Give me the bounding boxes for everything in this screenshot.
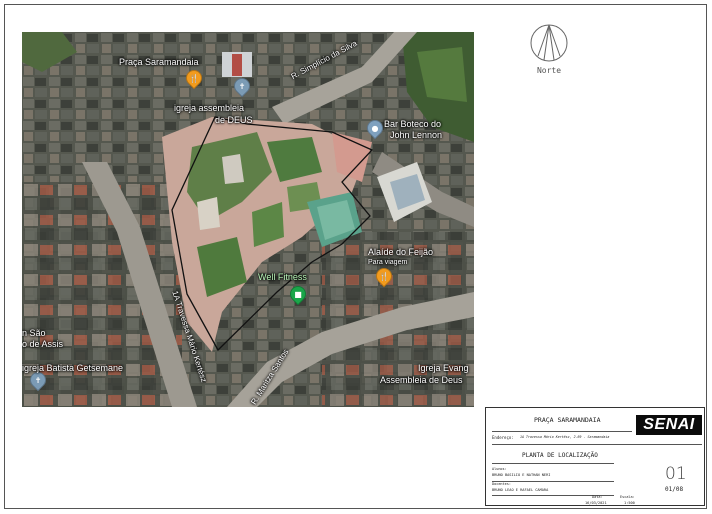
students-label: Alunos: (492, 467, 507, 471)
label-sao-1: n São (22, 328, 46, 338)
date-label: Data: (592, 495, 603, 499)
north-label: Norte (536, 66, 562, 75)
sheet-number: 01 (665, 464, 687, 484)
label-igreja-assembleia-1: igreja assembleia (174, 103, 245, 113)
senai-logo: SENAI (636, 415, 702, 435)
scale-value: 1:500 (624, 501, 635, 505)
teachers-value: BRUNO LEAO E RAFAEL CAMARA (492, 488, 549, 492)
label-praca: Praça Saramandaia (119, 57, 199, 67)
title-block: PRAÇA SARAMANDAIA SENAI Endereço: 1A Tra… (485, 407, 705, 506)
address-label: Endereço: (492, 435, 514, 440)
label-alaide-2: Para viagem (368, 259, 408, 266)
label-igreja-assembleia-2: de DEUS (215, 115, 253, 125)
scale-label: Escala: (620, 495, 635, 499)
label-evang-2: Assembleia de Deus (380, 375, 463, 385)
label-sao-2: o de Assis (22, 339, 64, 349)
north-arrow-icon (530, 24, 568, 62)
label-bar-2: John Lennon (390, 130, 443, 140)
label-batista: igreja Batista Getsemane (22, 363, 124, 373)
project-name: PRAÇA SARAMANDAIA (534, 416, 601, 424)
label-alaide-1: Alaíde do Feijão (368, 247, 434, 257)
drawing-title: PLANTA DE LOCALIZAÇÃO (522, 452, 598, 459)
teachers-label: Docentes: (492, 482, 511, 486)
students-value: BRUNO BASILIO E NATHAN NERI (492, 473, 551, 477)
sheet-count: 01/08 (665, 486, 684, 493)
satellite-map[interactable]: 🍴 ✝ ● 🍴 ■ ✝ Praça Saramandaia igreja ass… (22, 32, 474, 407)
date-value: 16/03/2021 (585, 501, 607, 505)
label-wellfitness: Well Fitness (258, 272, 307, 282)
label-bar-1: Bar Boteco do (384, 119, 442, 129)
label-evang-1: Igreja Evang (418, 363, 469, 373)
address-value: 1A Travessa Mário Kertész, 2-69 - Sarama… (520, 435, 610, 439)
